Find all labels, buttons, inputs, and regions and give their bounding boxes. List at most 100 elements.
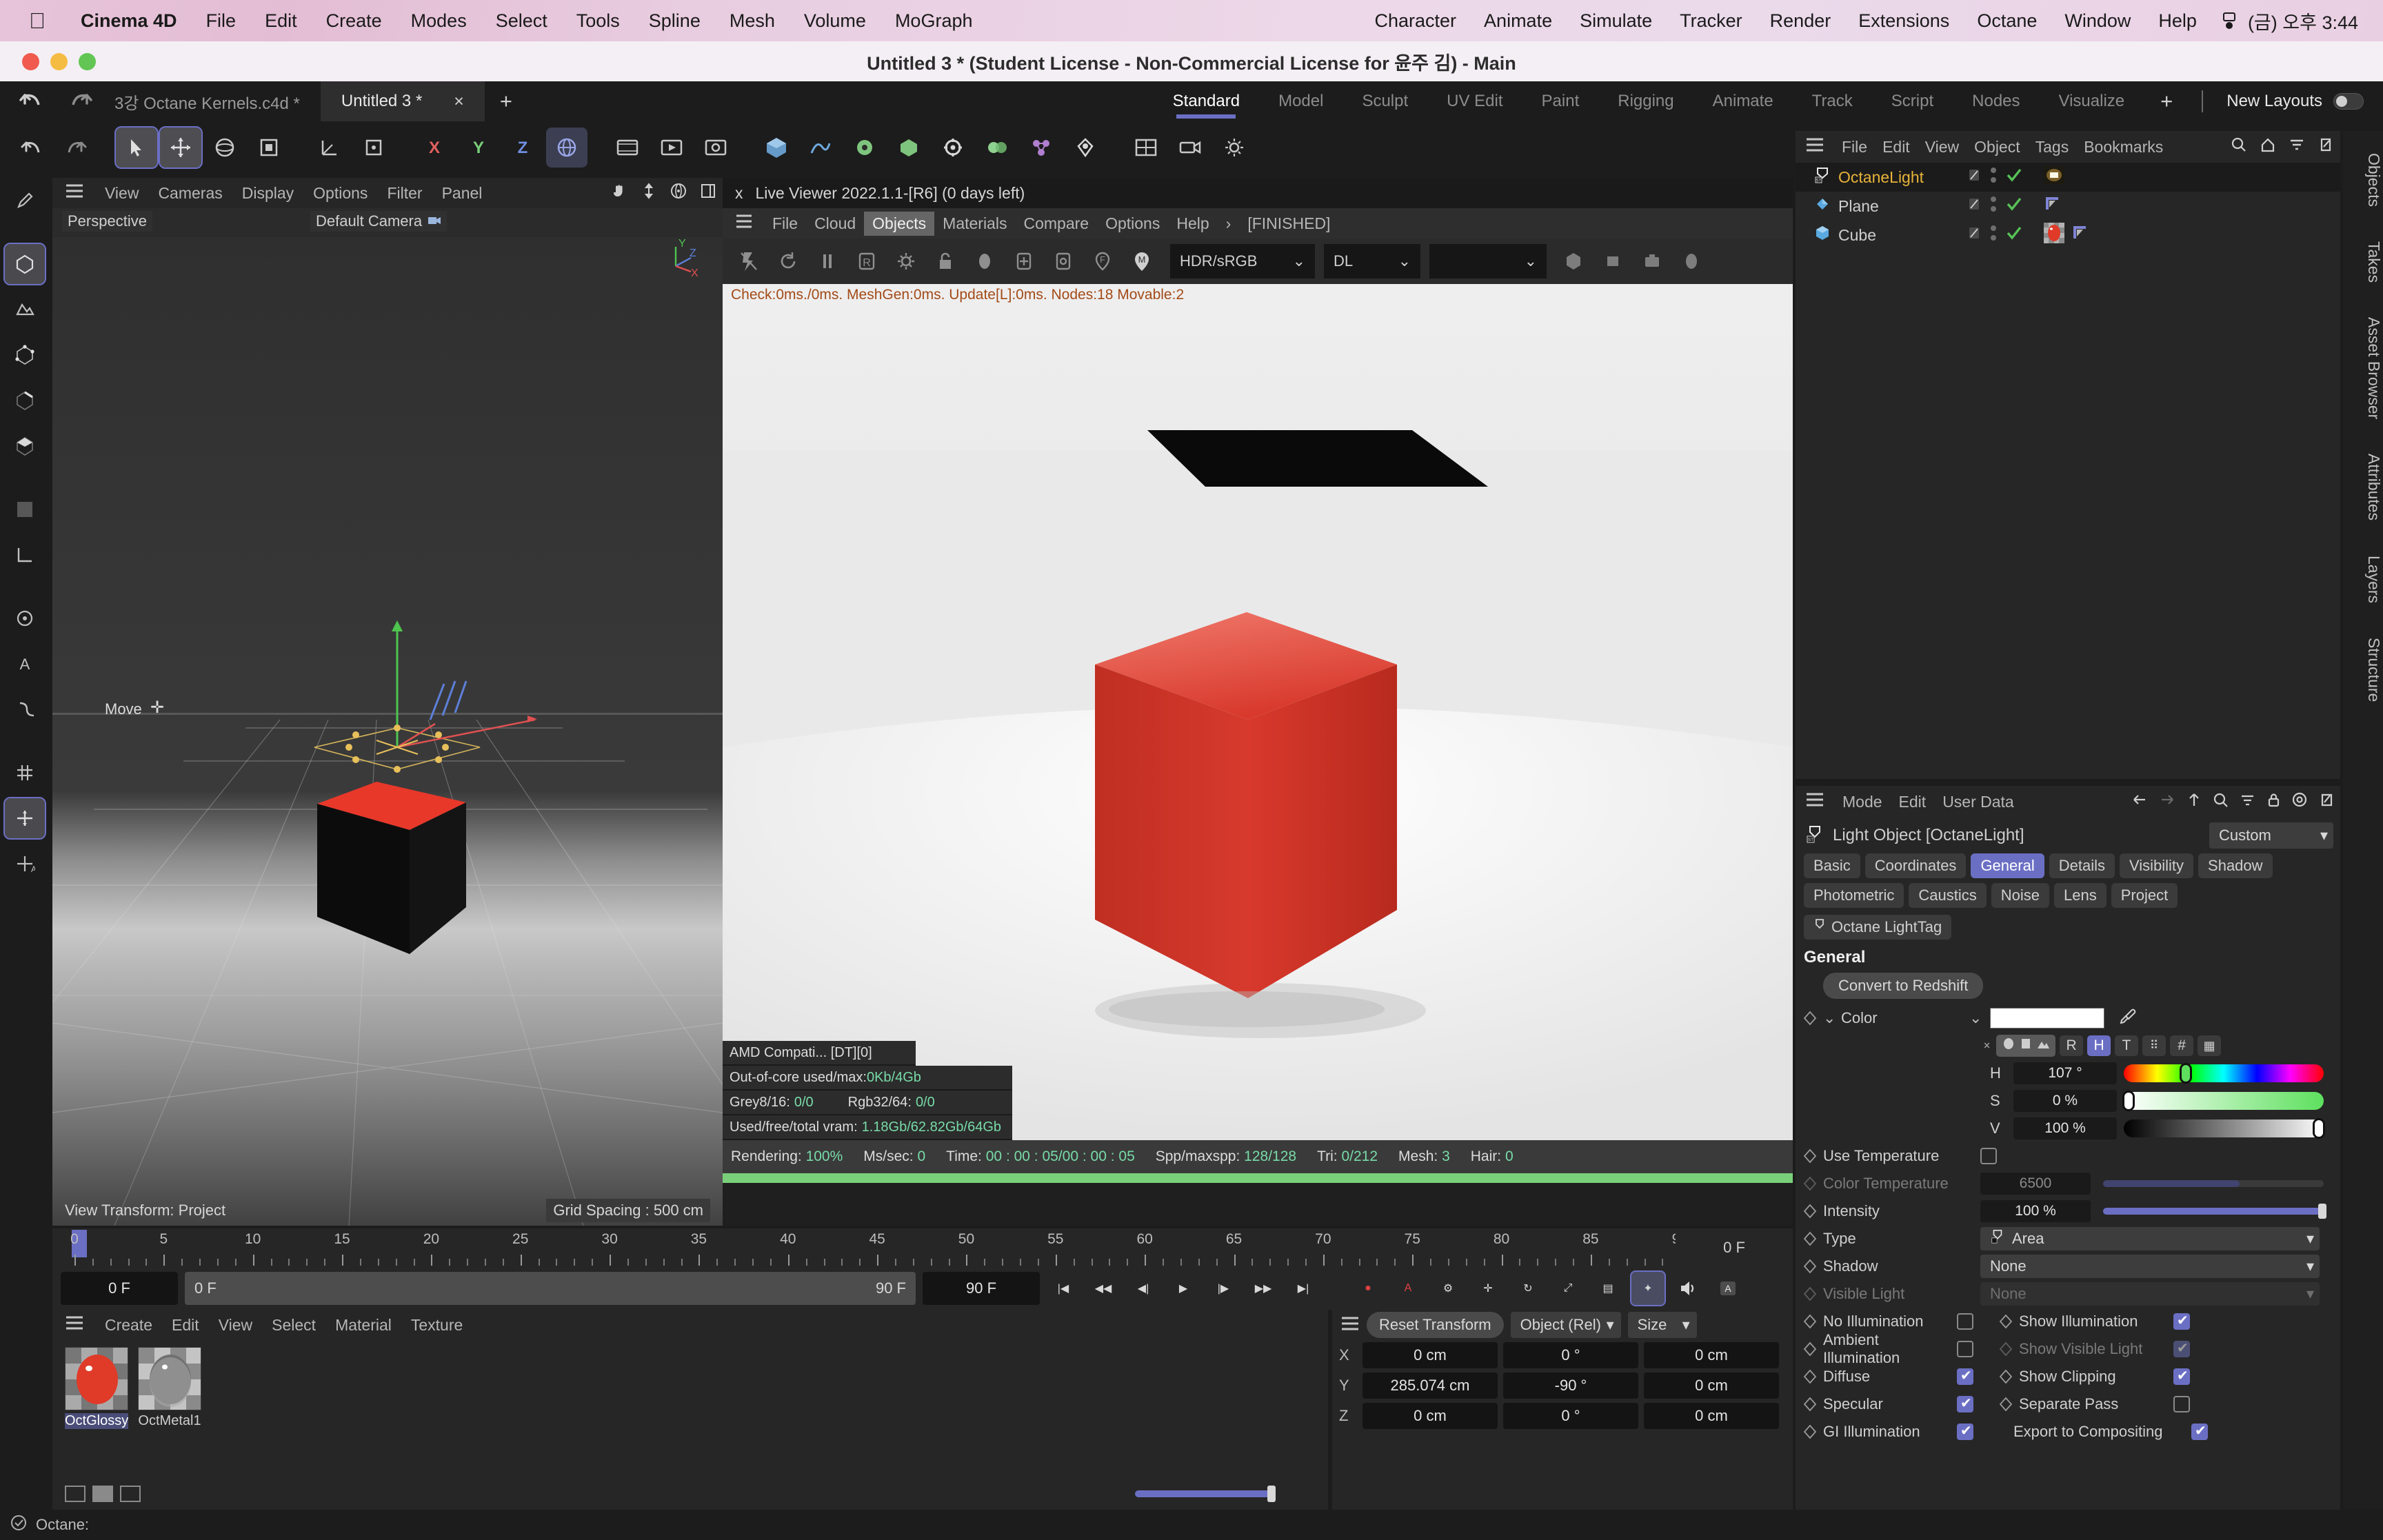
- tab-lens[interactable]: Lens: [2054, 883, 2107, 908]
- object-editor-visibility-toggle[interactable]: [1967, 225, 1982, 245]
- render-pass-select[interactable]: ⌄: [1429, 244, 1547, 278]
- forward-icon[interactable]: [2153, 792, 2181, 811]
- live-selection-icon[interactable]: [114, 126, 159, 169]
- display-icon[interactable]: [2211, 12, 2248, 30]
- snapshot-icon[interactable]: [1634, 243, 1670, 280]
- live-viewer-menu-materials[interactable]: Materials: [934, 212, 1015, 236]
- attributes-menu-edit[interactable]: Edit: [1891, 793, 1935, 811]
- menu-animate[interactable]: Animate: [1470, 10, 1566, 32]
- animation-mode-button[interactable]: A: [1711, 1272, 1744, 1305]
- workplane-icon[interactable]: [5, 489, 45, 529]
- modeling-axis-icon[interactable]: [353, 128, 394, 168]
- add-layer-icon[interactable]: [1006, 243, 1042, 280]
- color-mode-rgb-button[interactable]: R: [2060, 1035, 2084, 1056]
- object-row-plane[interactable]: Plane: [1796, 192, 2340, 221]
- up-icon[interactable]: [2181, 791, 2207, 812]
- vtab-structure[interactable]: Structure: [2343, 625, 2383, 714]
- enable-axis-icon[interactable]: [5, 598, 45, 638]
- hamburger-icon[interactable]: [735, 214, 753, 233]
- world-axis-icon[interactable]: [546, 128, 587, 168]
- vtab-asset-browser[interactable]: Asset Browser: [2343, 305, 2383, 432]
- position-key-button[interactable]: ✛: [1471, 1272, 1505, 1305]
- ruler-icon[interactable]: [5, 535, 45, 575]
- add-layout-icon[interactable]: +: [2144, 89, 2189, 114]
- layout-lock-toggle[interactable]: [2333, 93, 2364, 110]
- live-viewer-menu-file[interactable]: File: [764, 212, 806, 236]
- color-mode-temperature-button[interactable]: T: [2115, 1035, 2139, 1056]
- deformer-icon[interactable]: [976, 128, 1018, 168]
- diffuse-checkbox[interactable]: [1957, 1367, 1973, 1385]
- coordinate-mode-select[interactable]: Object (Rel) ▾: [1510, 1312, 1621, 1338]
- coordinate-system-icon[interactable]: [309, 128, 350, 168]
- param-key-button[interactable]: ▤: [1591, 1272, 1625, 1305]
- layout-grid-icon[interactable]: [1125, 128, 1167, 168]
- object-editor-visibility-toggle[interactable]: [1967, 167, 1982, 188]
- viewport-perspective-label[interactable]: Perspective: [62, 211, 152, 232]
- material-swatch[interactable]: [138, 1347, 201, 1410]
- layout-tab-model[interactable]: Model: [1259, 81, 1343, 121]
- character-icon[interactable]: [1065, 128, 1106, 168]
- menu-modes[interactable]: Modes: [396, 10, 481, 32]
- circle-swatch-icon[interactable]: [2002, 1037, 2015, 1055]
- color-mode-hex-button[interactable]: #: [2170, 1035, 2194, 1056]
- color-mode-mixer-button[interactable]: ⠿: [2142, 1035, 2166, 1056]
- back-icon[interactable]: [2126, 792, 2153, 811]
- shadow-select[interactable]: None ▾: [1980, 1255, 2320, 1278]
- layout-tab-nodes[interactable]: Nodes: [1953, 81, 2039, 121]
- show-illumination-checkbox[interactable]: [2173, 1312, 2190, 1330]
- vtab-attributes[interactable]: Attributes: [2343, 441, 2383, 533]
- position-x-field[interactable]: 0 cm: [1363, 1342, 1498, 1368]
- point-level-anim-button[interactable]: ✦: [1630, 1270, 1666, 1306]
- layout-tab-script[interactable]: Script: [1872, 81, 1953, 121]
- live-viewer-menu-cloud[interactable]: Cloud: [806, 212, 864, 236]
- timeline-frame-field[interactable]: 0 F: [1676, 1228, 1793, 1267]
- viewport-menu-options[interactable]: Options: [303, 184, 377, 203]
- value-slider[interactable]: [2124, 1118, 2325, 1139]
- keyframe-diamond-icon[interactable]: [1802, 1424, 1818, 1439]
- current-frame-field[interactable]: 0 F: [61, 1272, 178, 1305]
- tab-details[interactable]: Details: [2049, 853, 2115, 878]
- convert-to-redshift-button[interactable]: Convert to Redshift: [1823, 973, 1984, 999]
- viewport-canvas[interactable]: Move ✛ Y Z X: [52, 237, 723, 1226]
- axis-z-icon[interactable]: Z: [502, 128, 543, 168]
- tab-photometric[interactable]: Photometric: [1804, 883, 1904, 908]
- object-tag[interactable]: [2044, 195, 2062, 217]
- menu-simulate[interactable]: Simulate: [1566, 10, 1666, 32]
- live-viewer-render-canvas[interactable]: AMD Compati... [DT][0] Out-of-core used/…: [723, 306, 1793, 1183]
- material-menu-material[interactable]: Material: [325, 1316, 401, 1335]
- redo-icon[interactable]: [65, 88, 94, 114]
- material-menu-view[interactable]: View: [209, 1316, 262, 1335]
- tab-project[interactable]: Project: [2111, 883, 2178, 908]
- apple-menu-icon[interactable]: : [29, 10, 46, 32]
- viewport-menu-view[interactable]: View: [95, 184, 148, 203]
- search-icon[interactable]: [2224, 136, 2253, 157]
- popout-icon[interactable]: [2313, 792, 2340, 812]
- ambient-illumination-checkbox[interactable]: [1957, 1341, 1973, 1357]
- object-name[interactable]: Plane: [1838, 197, 1960, 216]
- object-enabled-check-icon[interactable]: [2005, 167, 2023, 188]
- axis-y-icon[interactable]: Y: [458, 128, 499, 168]
- object-visibility-dots[interactable]: [1989, 194, 1998, 218]
- saturation-field[interactable]: 0 %: [2013, 1090, 2117, 1112]
- rotation-h-field[interactable]: 0 °: [1503, 1342, 1638, 1368]
- new-tab-icon[interactable]: +: [485, 89, 527, 114]
- region-render-icon[interactable]: R: [849, 243, 885, 280]
- layout-tab-standard[interactable]: Standard: [1154, 81, 1259, 121]
- layout-name-label[interactable]: New Layouts: [2215, 92, 2333, 111]
- menu-create[interactable]: Create: [312, 10, 396, 32]
- spline-pen-icon[interactable]: [800, 128, 841, 168]
- live-viewer-menu-help[interactable]: Help: [1168, 212, 1217, 236]
- record-button[interactable]: ●: [1351, 1272, 1385, 1305]
- rotation-key-button[interactable]: ↻: [1511, 1272, 1545, 1305]
- layout-tab-track[interactable]: Track: [1793, 81, 1872, 121]
- viewport-menu-display[interactable]: Display: [232, 184, 303, 203]
- next-frame-button[interactable]: |▶: [1207, 1272, 1240, 1305]
- denoise-icon[interactable]: [1556, 243, 1591, 280]
- toolbar-undo-icon[interactable]: [11, 128, 52, 168]
- edge-mode-icon[interactable]: [5, 381, 45, 421]
- show-clipping-checkbox[interactable]: [2173, 1367, 2190, 1385]
- value-field[interactable]: 100 %: [2013, 1117, 2117, 1139]
- pen-tool-icon[interactable]: [5, 181, 45, 221]
- keyframe-diamond-icon[interactable]: [1802, 1204, 1818, 1219]
- menu-app-name[interactable]: Cinema 4D: [66, 10, 192, 32]
